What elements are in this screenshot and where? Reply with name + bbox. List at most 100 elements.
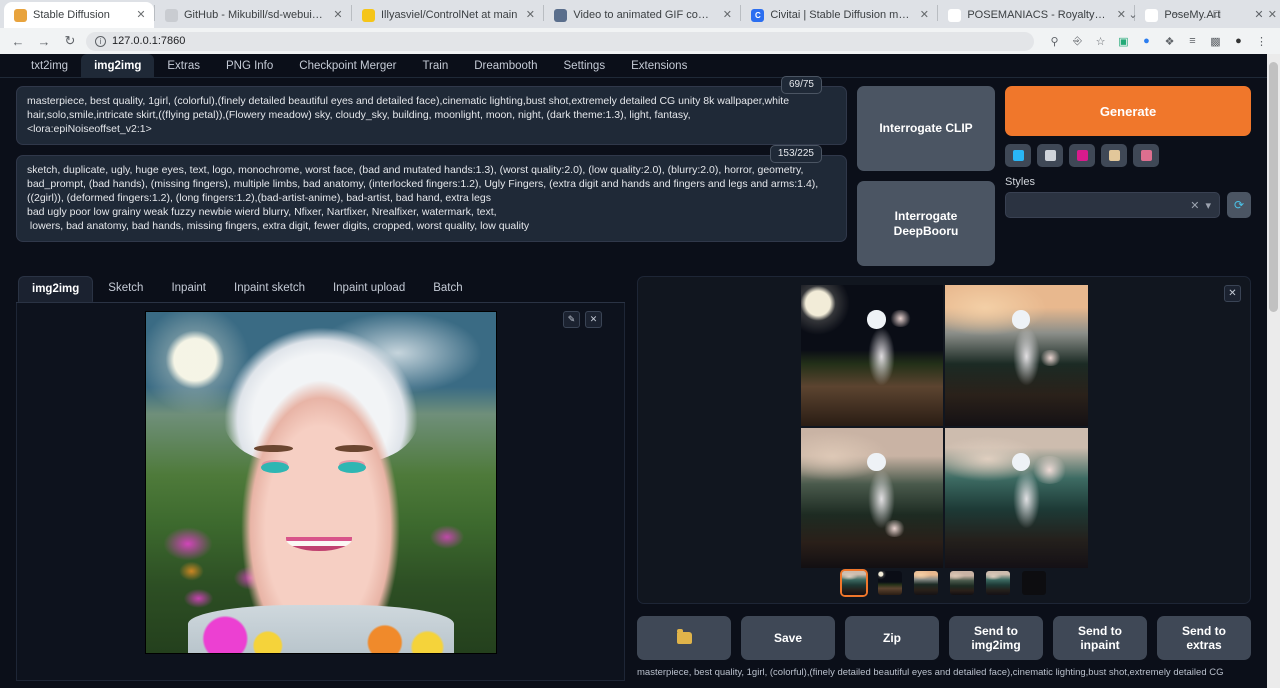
site-info-icon[interactable]: i [95, 36, 106, 47]
close-tab-icon[interactable]: ✕ [720, 8, 734, 22]
dusk-thumbnail[interactable] [948, 569, 976, 597]
zip-button[interactable]: Zip [845, 616, 939, 660]
subtab-inpaint-upload[interactable]: Inpaint upload [320, 276, 418, 302]
tab-png-info[interactable]: PNG Info [213, 54, 286, 77]
selected-result-image[interactable] [801, 285, 1088, 568]
browser-tab-2[interactable]: Illyasviel/ControlNet at main ✕ [352, 2, 543, 28]
window-close-button[interactable]: ✕ [1238, 0, 1280, 28]
close-tab-icon[interactable]: ✕ [331, 8, 345, 22]
send-to-inpaint-button[interactable]: Send to inpaint [1053, 616, 1147, 660]
bookmark-star-icon[interactable]: ☆ [1090, 31, 1111, 52]
output-gallery[interactable]: ✕ [637, 276, 1251, 604]
send-to-img2img-button[interactable]: Send to img2img [949, 616, 1043, 660]
tab-extras[interactable]: Extras [154, 54, 213, 77]
refresh-styles-icon[interactable]: ⟳ [1227, 192, 1251, 218]
subtab-batch[interactable]: Batch [420, 276, 475, 302]
subtab-img2img[interactable]: img2img [18, 276, 93, 302]
browser-tab-0[interactable]: Stable Diffusion✕ [4, 2, 154, 28]
extra-networks-icon[interactable] [1069, 144, 1095, 167]
browser-tab-3[interactable]: Video to animated GIF converter✕ [544, 2, 740, 28]
share-icon[interactable]: ⎆ [1067, 31, 1088, 52]
tab-dreambooth[interactable]: Dreambooth [461, 54, 550, 77]
forward-button[interactable]: → [34, 31, 54, 51]
source-image-stage[interactable]: ✎✕ [16, 303, 625, 681]
interrogate-clip-button[interactable]: Interrogate CLIP [857, 86, 995, 171]
tab-checkpoint-merger[interactable]: Checkpoint Merger [286, 54, 409, 77]
styles-select[interactable]: ✕ ▾ [1005, 192, 1220, 218]
subtab-inpaint[interactable]: Inpaint [158, 276, 219, 302]
source-image-render [146, 312, 496, 653]
button-label: Send to extras [1182, 624, 1226, 652]
browser-tab-title: Illyasviel/ControlNet at main [381, 9, 517, 21]
negative-prompt-box[interactable]: 153/225 sketch, duplicate, ugly, huge ey… [16, 155, 847, 242]
address-bar[interactable]: i 127.0.0.1:7860 [86, 32, 1034, 51]
img2img-panel: img2imgSketchInpaintInpaint sketchInpain… [16, 276, 625, 688]
trash-clear-icon[interactable] [1037, 144, 1063, 167]
github-favicon [165, 9, 178, 22]
night-thumbnail[interactable] [876, 569, 904, 597]
source-image[interactable] [145, 311, 497, 654]
gallery-action-buttons: SaveZipSend to img2imgSend to inpaint Sen… [637, 616, 1251, 660]
browser-tab-5[interactable]: PPOSEMANIACS - Royalty free 3✕ [938, 2, 1134, 28]
browser-tab-1[interactable]: GitHub - Mikubill/sd-webui-con ✕ [155, 2, 351, 28]
edit-image-icon[interactable]: ✎ [563, 311, 580, 328]
result-cell-4 [945, 428, 1088, 569]
tab-extensions[interactable]: Extensions [618, 54, 700, 77]
prompt-action-icons [1005, 144, 1251, 167]
browser-tab-title: POSEMANIACS - Royalty free 3 [967, 9, 1108, 21]
window-maximize-button[interactable]: □ [1196, 0, 1238, 28]
back-button[interactable]: ← [8, 31, 28, 51]
save-style-icon[interactable] [1133, 144, 1159, 167]
open-folder-button[interactable] [637, 616, 731, 660]
page-scrollbar[interactable] [1267, 54, 1280, 688]
blue-extension-icon[interactable]: ● [1136, 31, 1157, 52]
search-icon[interactable]: ⚲ [1044, 31, 1065, 52]
profile-avatar-icon[interactable]: ● [1228, 31, 1249, 52]
window-minimize-button[interactable]: – [1154, 0, 1196, 28]
portrait-eye-right [338, 462, 366, 473]
copy-image-row: Copy image to: img2imgsketchinpaint [16, 681, 625, 688]
arrow-paste-icon[interactable] [1005, 144, 1031, 167]
teal-thumbnail[interactable] [984, 569, 1012, 597]
close-tab-icon[interactable]: ✕ [917, 8, 931, 22]
close-gallery-icon[interactable]: ✕ [1224, 285, 1241, 302]
sidepanel-icon[interactable]: ▩ [1205, 31, 1226, 52]
styles-clear-icon[interactable]: ✕ [1190, 199, 1199, 212]
grid-thumbnail[interactable] [840, 569, 868, 597]
img2img-sub-tabs: img2imgSketchInpaintInpaint sketchInpain… [16, 276, 625, 303]
chevron-down-icon[interactable]: ▾ [1205, 199, 1211, 212]
negative-prompt-text[interactable]: sketch, duplicate, ugly, huge eyes, text… [27, 163, 836, 234]
result-cell-3 [801, 428, 944, 569]
sunset-thumbnail[interactable] [912, 569, 940, 597]
result-cell-2 [945, 285, 1088, 426]
positive-prompt-text[interactable]: masterpiece, best quality, 1girl, (color… [27, 94, 836, 137]
subtab-inpaint-sketch[interactable]: Inpaint sketch [221, 276, 318, 302]
remove-image-icon[interactable]: ✕ [585, 311, 602, 328]
notion-extension-icon[interactable]: ▣ [1113, 31, 1134, 52]
three-dot-menu-icon[interactable]: ⋮ [1251, 31, 1272, 52]
reading-list-icon[interactable]: ≡ [1182, 31, 1203, 52]
styles-label: Styles [1005, 176, 1251, 188]
subtab-sketch[interactable]: Sketch [95, 276, 156, 302]
window-dropdown-button[interactable]: ⌄ [1112, 0, 1154, 28]
close-tab-icon[interactable]: ✕ [523, 8, 537, 22]
results-panel: ✕ [637, 276, 1251, 688]
positive-prompt-box[interactable]: 69/75 masterpiece, best quality, 1girl, … [16, 86, 847, 145]
tab-txt2img[interactable]: txt2img [18, 54, 81, 77]
interrogate-deepbooru-button[interactable]: Interrogate DeepBooru [857, 181, 995, 266]
tab-train[interactable]: Train [409, 54, 461, 77]
reload-button[interactable]: ↻ [60, 31, 80, 51]
puzzle-extensions-icon[interactable]: ❖ [1159, 31, 1180, 52]
apply-style-icon[interactable] [1101, 144, 1127, 167]
send-to-extras-button[interactable]: Send to extras [1157, 616, 1251, 660]
tab-img2img[interactable]: img2img [81, 54, 154, 77]
browser-tab-4[interactable]: CCivitai | Stable Diffusion model:✕ [741, 2, 937, 28]
browser-tab-title: GitHub - Mikubill/sd-webui-con [184, 9, 325, 21]
close-tab-icon[interactable]: ✕ [134, 8, 148, 22]
save-button[interactable]: Save [741, 616, 835, 660]
tab-settings[interactable]: Settings [551, 54, 619, 77]
scrollbar-thumb[interactable] [1269, 62, 1278, 312]
dark-thumbnail[interactable] [1020, 569, 1048, 597]
generate-button[interactable]: Generate [1005, 86, 1251, 136]
stable-diffusion-favicon [14, 9, 27, 22]
